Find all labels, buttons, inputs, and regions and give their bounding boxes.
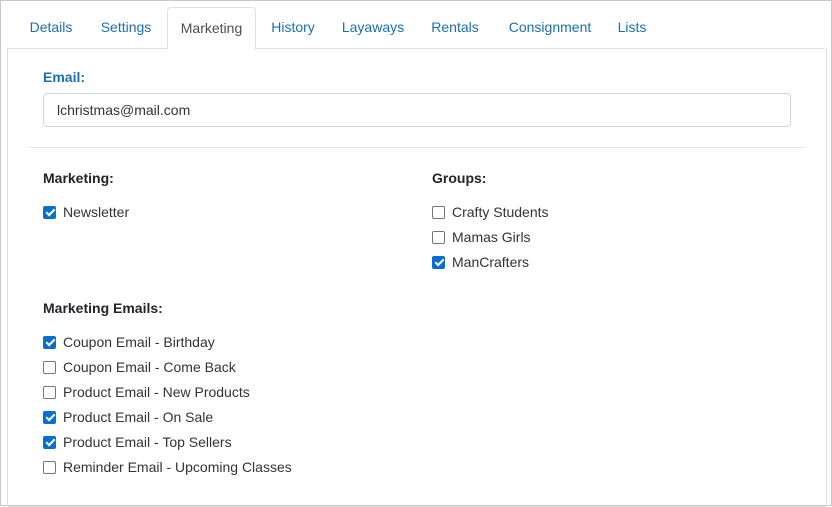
marketing-panel: Email: Marketing: Newsletter Groups: Cra… xyxy=(7,48,827,507)
checkbox-box[interactable] xyxy=(432,205,445,219)
checkbox-box[interactable] xyxy=(43,360,56,374)
tab-rentals[interactable]: Rentals xyxy=(421,7,489,49)
checkbox-box[interactable] xyxy=(43,335,56,349)
tab-consignment[interactable]: Consignment xyxy=(495,7,605,49)
checkbox-label: Newsletter xyxy=(63,204,130,220)
checkbox-mamas-girls[interactable]: Mamas Girls xyxy=(432,227,531,247)
tab-bar: Details Settings Marketing History Layaw… xyxy=(7,7,825,50)
checkbox-coupon-birthday[interactable]: Coupon Email - Birthday xyxy=(43,332,215,352)
groups-label: Groups: xyxy=(432,170,487,186)
section-divider xyxy=(29,147,806,148)
checkbox-label: Mamas Girls xyxy=(452,229,531,245)
checkbox-label: Reminder Email - Upcoming Classes xyxy=(63,459,292,475)
checkbox-coupon-come-back[interactable]: Coupon Email - Come Back xyxy=(43,357,236,377)
checkbox-product-top-sellers[interactable]: Product Email - Top Sellers xyxy=(43,432,232,452)
marketing-emails-label: Marketing Emails: xyxy=(43,300,163,316)
tab-settings[interactable]: Settings xyxy=(89,7,163,49)
checkbox-label: Product Email - On Sale xyxy=(63,409,214,425)
checkbox-label: ManCrafters xyxy=(452,254,530,270)
checkbox-box[interactable] xyxy=(432,230,445,244)
checkbox-box[interactable] xyxy=(432,255,445,269)
tab-layaways[interactable]: Layaways xyxy=(331,7,415,49)
checkbox-label: Coupon Email - Birthday xyxy=(63,334,215,350)
tab-marketing[interactable]: Marketing xyxy=(167,7,256,50)
checkbox-box[interactable] xyxy=(43,410,56,424)
tab-details[interactable]: Details xyxy=(7,7,95,49)
checkbox-label: Crafty Students xyxy=(452,204,549,220)
checkbox-box[interactable] xyxy=(43,460,56,474)
checkbox-mancrafters[interactable]: ManCrafters xyxy=(432,252,529,272)
marketing-label: Marketing: xyxy=(43,170,114,186)
tab-lists[interactable]: Lists xyxy=(609,7,655,49)
email-field[interactable] xyxy=(43,93,791,127)
checkbox-box[interactable] xyxy=(43,205,56,219)
checkbox-reminder-classes[interactable]: Reminder Email - Upcoming Classes xyxy=(43,457,292,477)
checkbox-box[interactable] xyxy=(43,435,56,449)
checkbox-box[interactable] xyxy=(43,385,56,399)
email-label: Email: xyxy=(43,69,86,85)
customer-marketing-window: Details Settings Marketing History Layaw… xyxy=(0,0,832,507)
checkbox-label: Product Email - Top Sellers xyxy=(63,434,232,450)
checkbox-newsletter[interactable]: Newsletter xyxy=(43,202,129,222)
checkbox-label: Product Email - New Products xyxy=(63,384,250,400)
checkbox-product-new[interactable]: Product Email - New Products xyxy=(43,382,250,402)
checkbox-crafty-students[interactable]: Crafty Students xyxy=(432,202,549,222)
checkbox-product-on-sale[interactable]: Product Email - On Sale xyxy=(43,407,213,427)
tab-history[interactable]: History xyxy=(261,7,325,49)
checkbox-label: Coupon Email - Come Back xyxy=(63,359,236,375)
